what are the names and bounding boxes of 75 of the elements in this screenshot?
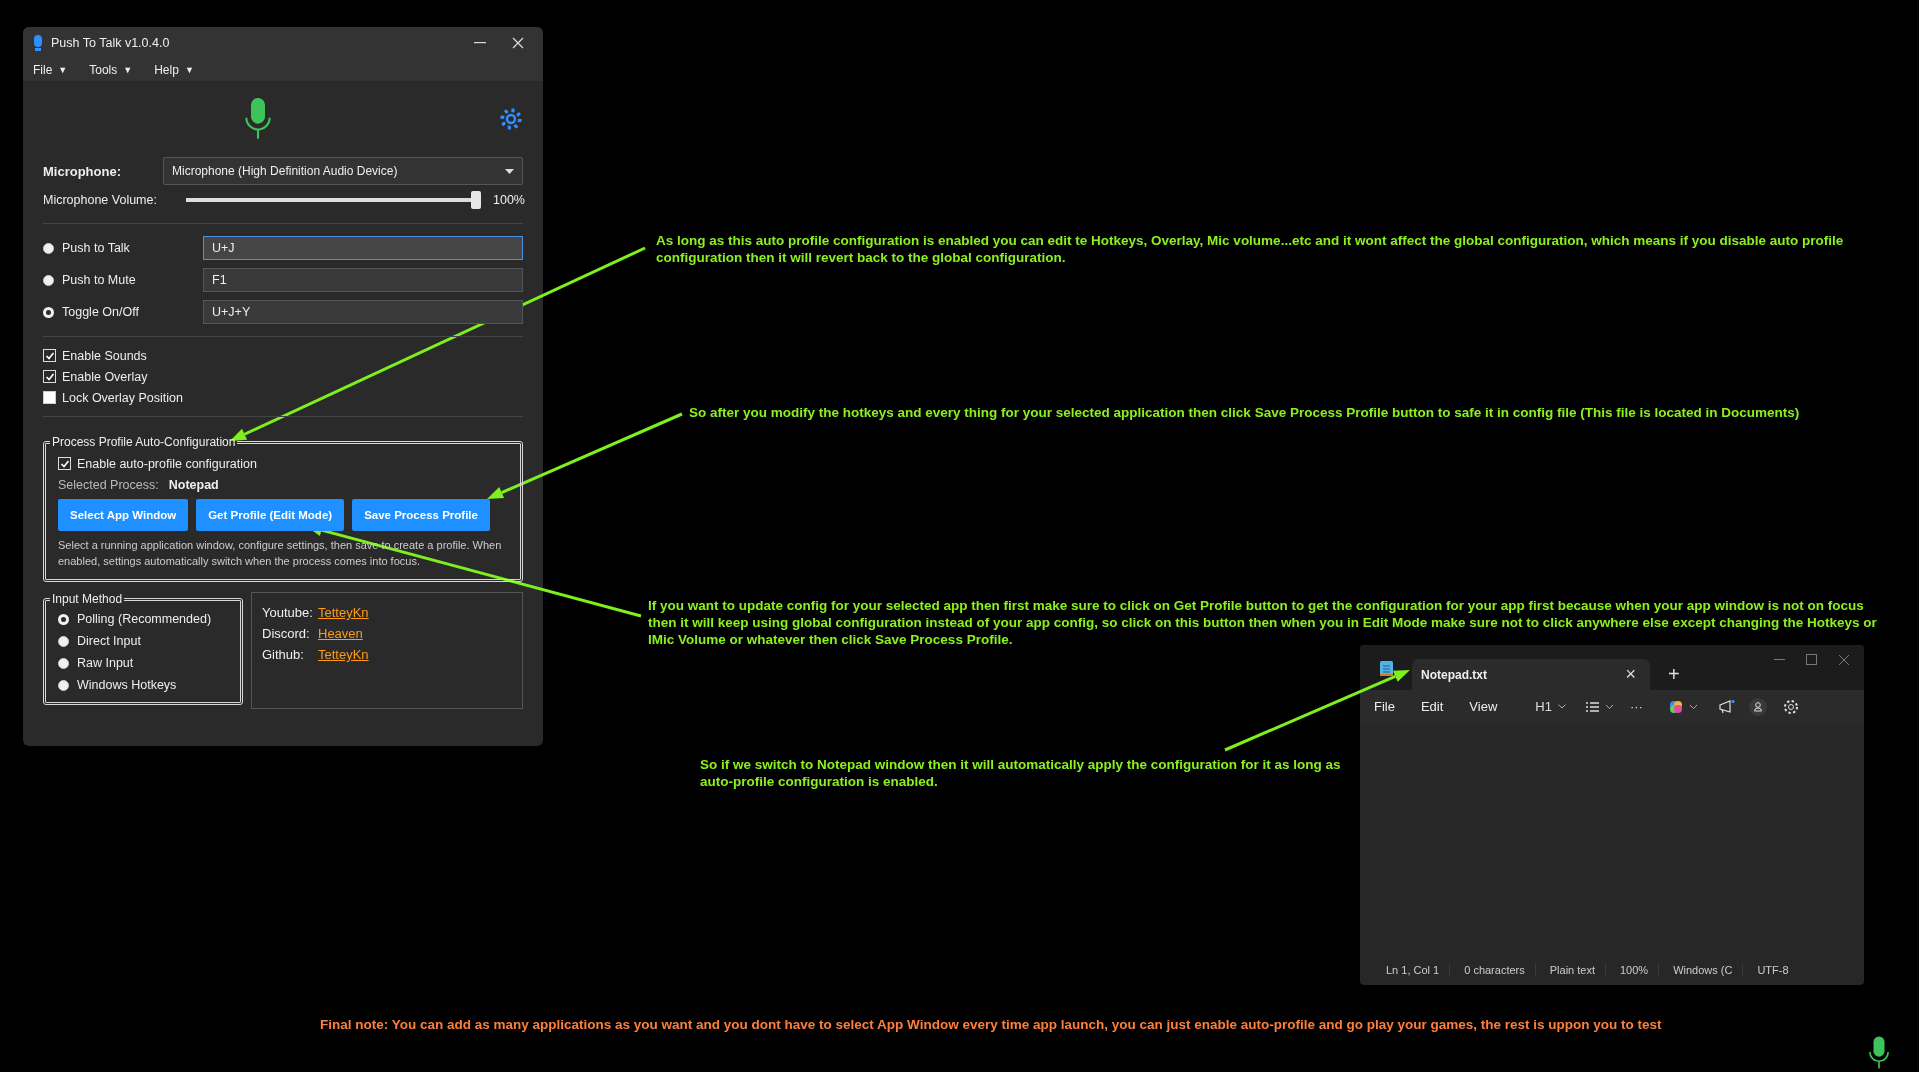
close-tab-button[interactable]: × xyxy=(1625,664,1636,685)
volume-reading: 100% xyxy=(493,193,523,207)
hotkey-field[interactable]: U+J+Y xyxy=(203,300,523,324)
annotation-text: So after you modify the hotkeys and every thing for your selected application then click Save Process Profile button to safe it in config file (This file is located in Documents) xyxy=(689,404,1801,421)
checkbox-label[interactable]: Enable Overlay xyxy=(62,369,148,384)
status-item: 100% xyxy=(1605,964,1659,976)
annotation-text: So if we switch to Notepad window then it will automatically apply the configuration for it as long as auto-profile configuration is enabled. xyxy=(700,756,1342,790)
status-item: 0 characters xyxy=(1449,964,1535,976)
group-legend: Process Profile Auto-Configuration xyxy=(50,435,238,449)
list-icon[interactable] xyxy=(1585,701,1614,712)
status-item: UTF-8 xyxy=(1742,964,1799,976)
heading-button[interactable]: H1 xyxy=(1535,699,1566,714)
minimize-icon xyxy=(474,42,486,44)
settings-icon[interactable] xyxy=(499,107,523,131)
more-button[interactable]: ··· xyxy=(1629,699,1643,714)
status-item: Plain text xyxy=(1534,964,1605,976)
checkbox-label[interactable]: Lock Overlay Position xyxy=(62,390,183,405)
link-label: Youtube: xyxy=(262,605,314,620)
group-legend: Input Method xyxy=(50,592,125,606)
radio-button[interactable] xyxy=(58,657,69,669)
annotation-text: As long as this auto profile configuration is enabled you can edit te Hotkeys, Overlay, Mic volume...etc and it wont affect the global configuration, which means if you disable auto profile configuration then it will revert back to the global configuration. xyxy=(656,232,1845,266)
radio-label[interactable]: Push to Talk xyxy=(62,241,130,255)
radio-button[interactable] xyxy=(58,679,69,691)
microphone-icon xyxy=(1868,1036,1890,1070)
radio-button[interactable] xyxy=(58,635,69,647)
checkbox[interactable] xyxy=(58,457,71,470)
menu-item[interactable]: File xyxy=(1374,699,1395,714)
volume-label: Microphone Volume: xyxy=(43,193,158,207)
radio-label[interactable]: Polling (Recommended) xyxy=(77,612,212,626)
radio-button[interactable] xyxy=(43,242,54,254)
hotkey-field[interactable]: F1 xyxy=(203,268,523,292)
menu-item[interactable]: Edit xyxy=(1420,699,1444,714)
window-title: Push To Talk v1.0.4.0 xyxy=(51,36,171,50)
hotkey-field[interactable]: U+J xyxy=(203,236,523,260)
checkbox[interactable] xyxy=(43,391,56,404)
radio-label[interactable]: Toggle On/Off xyxy=(62,305,139,319)
checkbox[interactable] xyxy=(43,349,56,362)
status-item: Windows (C xyxy=(1658,964,1743,976)
radio-label[interactable]: Direct Input xyxy=(77,634,141,648)
microphone-dropdown[interactable]: Microphone (High Definition Audio Device) xyxy=(163,157,523,185)
profile-link[interactable]: TetteyKn xyxy=(318,647,512,662)
status-item: Ln 1, Col 1 xyxy=(1385,964,1441,976)
menu-item[interactable]: Tools ▼ xyxy=(89,63,133,77)
radio-label[interactable]: Raw Input xyxy=(77,656,134,670)
notepad-icon xyxy=(1379,659,1393,676)
chevron-icon xyxy=(1557,704,1566,709)
checkbox-label[interactable]: Enable auto-profile configuration xyxy=(77,456,257,471)
close-icon xyxy=(512,37,524,49)
microphone-label: Microphone: xyxy=(43,163,122,179)
account-icon[interactable] xyxy=(1748,697,1767,716)
link-label: Discord: xyxy=(262,626,311,641)
microphone-icon xyxy=(33,35,43,51)
megaphone-icon[interactable] xyxy=(1718,699,1735,714)
caret-icon xyxy=(505,168,514,174)
document-tab[interactable]: Notepad.txt × xyxy=(1412,659,1650,690)
checkbox[interactable] xyxy=(43,370,56,383)
annotation-text: Final note: You can add as many applications as you want and you dont have to select App Window every time app launch, you can just enable auto-profile and go play your games, the rest is uppon you to test xyxy=(320,1016,1663,1033)
close-icon[interactable] xyxy=(1838,654,1850,666)
menu-item[interactable]: Help ▼ xyxy=(154,63,194,77)
radio-label[interactable]: Push to Mute xyxy=(62,273,136,287)
annotation-text: If you want to update config for your selected app then first make sure to click on Get Profile button to get the configuration for your app first because when your app window is not on focus then it will keep using global configuration instead of your app config, so click on this button then when you in Edit Mode make sure not to click anywhere else except changing the Hotkeys or IMic Volume or whatever then click Save Process Profile. xyxy=(648,597,1878,648)
checkbox-label[interactable]: Enable Sounds xyxy=(62,348,147,363)
profile-link[interactable]: TetteyKn xyxy=(318,605,512,620)
menu-item[interactable]: File ▼ xyxy=(33,63,68,77)
radio-label[interactable]: Windows Hotkeys xyxy=(77,678,177,692)
menu-item[interactable]: View xyxy=(1469,699,1498,714)
selected-process-label: Selected Process: xyxy=(58,478,159,492)
slider-thumb[interactable] xyxy=(471,191,481,209)
profile-link[interactable]: Heaven xyxy=(318,626,512,641)
new-tab-button[interactable]: + xyxy=(1668,663,1680,686)
link-label: Github: xyxy=(262,647,305,662)
radio-button[interactable] xyxy=(43,274,54,286)
maximize-icon[interactable] xyxy=(1806,654,1818,666)
selected-process-value: Notepad xyxy=(168,478,219,492)
microphone-icon xyxy=(243,98,273,140)
